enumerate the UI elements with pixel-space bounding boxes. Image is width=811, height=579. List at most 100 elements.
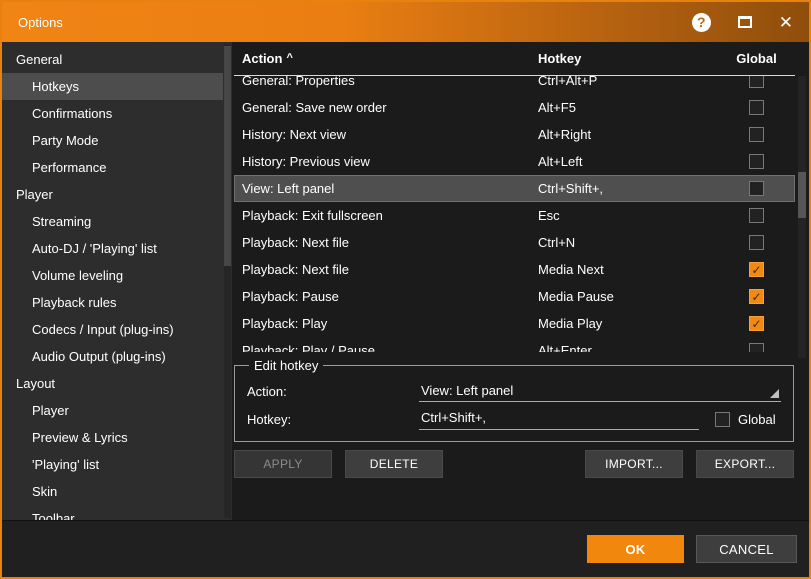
sidebar-item-list: GeneralHotkeysConfirmationsParty ModePer… — [2, 42, 232, 520]
settings-tree-sidebar: GeneralHotkeysConfirmationsParty ModePer… — [2, 42, 232, 520]
global-checkbox[interactable] — [749, 343, 764, 352]
sidebar-item-audio-output-plug-ins[interactable]: Audio Output (plug-ins) — [2, 343, 223, 370]
table-scrollbar-thumb[interactable] — [798, 172, 806, 218]
edit-global-checkbox[interactable] — [715, 412, 730, 427]
ok-button[interactable]: OK — [587, 535, 684, 563]
column-label: Action — [242, 51, 282, 66]
sidebar-item-skin[interactable]: Skin — [2, 478, 223, 505]
global-checkbox[interactable] — [749, 127, 764, 142]
hotkey-row[interactable]: History: Previous viewAlt+Left — [234, 148, 795, 175]
action-cell: Playback: Play / Pause — [234, 343, 534, 352]
hotkey-input[interactable] — [419, 408, 699, 430]
column-header-global[interactable]: Global — [718, 51, 795, 66]
action-cell: Playback: Next file — [234, 262, 534, 277]
hotkey-cell: Ctrl+Shift+, — [534, 181, 718, 196]
export-button[interactable]: EXPORT... — [696, 450, 794, 478]
global-checkbox[interactable] — [749, 235, 764, 250]
column-header-hotkey[interactable]: Hotkey — [534, 51, 718, 66]
sidebar-scrollbar[interactable] — [224, 44, 231, 518]
action-cell: Playback: Pause — [234, 289, 534, 304]
hotkeys-table-header: Action^ Hotkey Global — [234, 42, 795, 76]
global-cell — [718, 181, 795, 196]
sidebar-item-player[interactable]: Player — [2, 397, 223, 424]
dropdown-arrow-icon — [770, 389, 779, 398]
sidebar-item-player[interactable]: Player — [2, 181, 223, 208]
sidebar-item-confirmations[interactable]: Confirmations — [2, 100, 223, 127]
edit-global-label: Global — [738, 412, 776, 427]
action-selected-value: View: Left panel — [421, 383, 513, 398]
hotkey-row[interactable]: Playback: Next fileMedia Next✓ — [234, 256, 795, 283]
help-icon[interactable]: ? — [692, 13, 711, 32]
column-label: Hotkey — [538, 51, 581, 66]
hotkey-cell: Media Pause — [534, 289, 718, 304]
close-icon[interactable]: ✕ — [779, 14, 793, 31]
action-cell: General: Properties — [234, 76, 534, 88]
hotkey-row[interactable]: Playback: Play / PauseAlt+Enter — [234, 337, 795, 352]
apply-button[interactable]: APPLY — [234, 450, 332, 478]
hotkey-row[interactable]: Playback: PauseMedia Pause ✓ — [234, 283, 795, 310]
sidebar-item-preview-lyrics[interactable]: Preview & Lyrics — [2, 424, 223, 451]
table-scrollbar[interactable] — [798, 76, 806, 358]
global-cell — [718, 127, 795, 142]
sidebar-item-hotkeys[interactable]: Hotkeys — [2, 73, 223, 100]
action-cell: Playback: Next file — [234, 235, 534, 250]
global-cell: ✓ — [718, 289, 795, 304]
hotkey-cell: Ctrl+Alt+P — [534, 76, 718, 88]
content-area: GeneralHotkeysConfirmationsParty ModePer… — [2, 42, 809, 520]
hotkey-cell: Alt+Enter — [534, 343, 718, 352]
global-cell — [718, 208, 795, 223]
hotkey-cell: Ctrl+N — [534, 235, 718, 250]
sidebar-item-volume-leveling[interactable]: Volume leveling — [2, 262, 223, 289]
global-checkbox[interactable] — [749, 76, 764, 88]
sidebar-item-playback-rules[interactable]: Playback rules — [2, 289, 223, 316]
global-checkbox[interactable] — [749, 208, 764, 223]
maximize-icon[interactable] — [738, 16, 752, 28]
dialog-footer: OK CANCEL — [2, 520, 809, 577]
hotkey-cell: Media Play — [534, 316, 718, 331]
delete-button[interactable]: DELETE — [345, 450, 443, 478]
global-cell — [718, 235, 795, 250]
sidebar-item-codecs-input-plug-ins[interactable]: Codecs / Input (plug-ins) — [2, 316, 223, 343]
sidebar-item-general[interactable]: General — [2, 46, 223, 73]
action-select[interactable]: View: Left panel — [419, 380, 781, 402]
hotkey-row[interactable]: Playback: Next fileCtrl+N — [234, 229, 795, 256]
hotkey-label: Hotkey: — [247, 412, 419, 427]
hotkeys-panel: Action^HotkeyGlobal General: PropertiesC… — [232, 42, 809, 520]
titlebar-controls: ? ✕ — [692, 13, 793, 32]
sidebar-item-performance[interactable]: Performance — [2, 154, 223, 181]
global-checkbox[interactable] — [749, 100, 764, 115]
global-checkbox[interactable] — [749, 154, 764, 169]
sidebar-item-party-mode[interactable]: Party Mode — [2, 127, 223, 154]
global-checkbox[interactable]: ✓ — [749, 316, 764, 331]
action-cell: Playback: Play — [234, 316, 534, 331]
hotkey-row[interactable]: General: PropertiesCtrl+Alt+P — [234, 76, 795, 94]
action-row: Action: View: Left panel — [247, 377, 781, 405]
hotkey-row[interactable]: Playback: PlayMedia Play ✓ — [234, 310, 795, 337]
import-button[interactable]: IMPORT... — [585, 450, 683, 478]
hotkey-row[interactable]: View: Left panelCtrl+Shift+, — [234, 175, 795, 202]
sidebar-item-streaming[interactable]: Streaming — [2, 208, 223, 235]
action-label: Action: — [247, 384, 419, 399]
cancel-button[interactable]: CANCEL — [696, 535, 797, 563]
sidebar-item-layout[interactable]: Layout — [2, 370, 223, 397]
hotkey-row[interactable]: Playback: Exit fullscreenEsc — [234, 202, 795, 229]
hotkey-row[interactable]: History: Next viewAlt+Right — [234, 121, 795, 148]
global-checkbox[interactable]: ✓ — [749, 262, 764, 277]
action-cell: General: Save new order — [234, 100, 534, 115]
action-cell: Playback: Exit fullscreen — [234, 208, 534, 223]
hotkey-row[interactable]: General: Save new orderAlt+F5 — [234, 94, 795, 121]
global-checkbox[interactable] — [749, 181, 764, 196]
spacer — [456, 450, 572, 478]
sidebar-item-toolbar[interactable]: Toolbar — [2, 505, 223, 520]
hotkey-actions: APPLY DELETE IMPORT... EXPORT... — [234, 450, 794, 478]
edit-hotkey-group: Edit hotkey Action: View: Left panel Hot… — [234, 358, 794, 442]
sidebar-scrollbar-thumb[interactable] — [224, 46, 231, 266]
sidebar-item-auto-dj-playing-list[interactable]: Auto-DJ / 'Playing' list — [2, 235, 223, 262]
global-checkbox[interactable]: ✓ — [749, 289, 764, 304]
global-cell: ✓ — [718, 262, 795, 277]
hotkeys-table-body: General: PropertiesCtrl+Alt+PGeneral: Sa… — [234, 76, 795, 352]
global-cell — [718, 100, 795, 115]
column-header-action[interactable]: Action^ — [234, 51, 534, 66]
hotkey-row-editor: Hotkey: Global — [247, 405, 781, 433]
sidebar-item-playing-list[interactable]: 'Playing' list — [2, 451, 223, 478]
